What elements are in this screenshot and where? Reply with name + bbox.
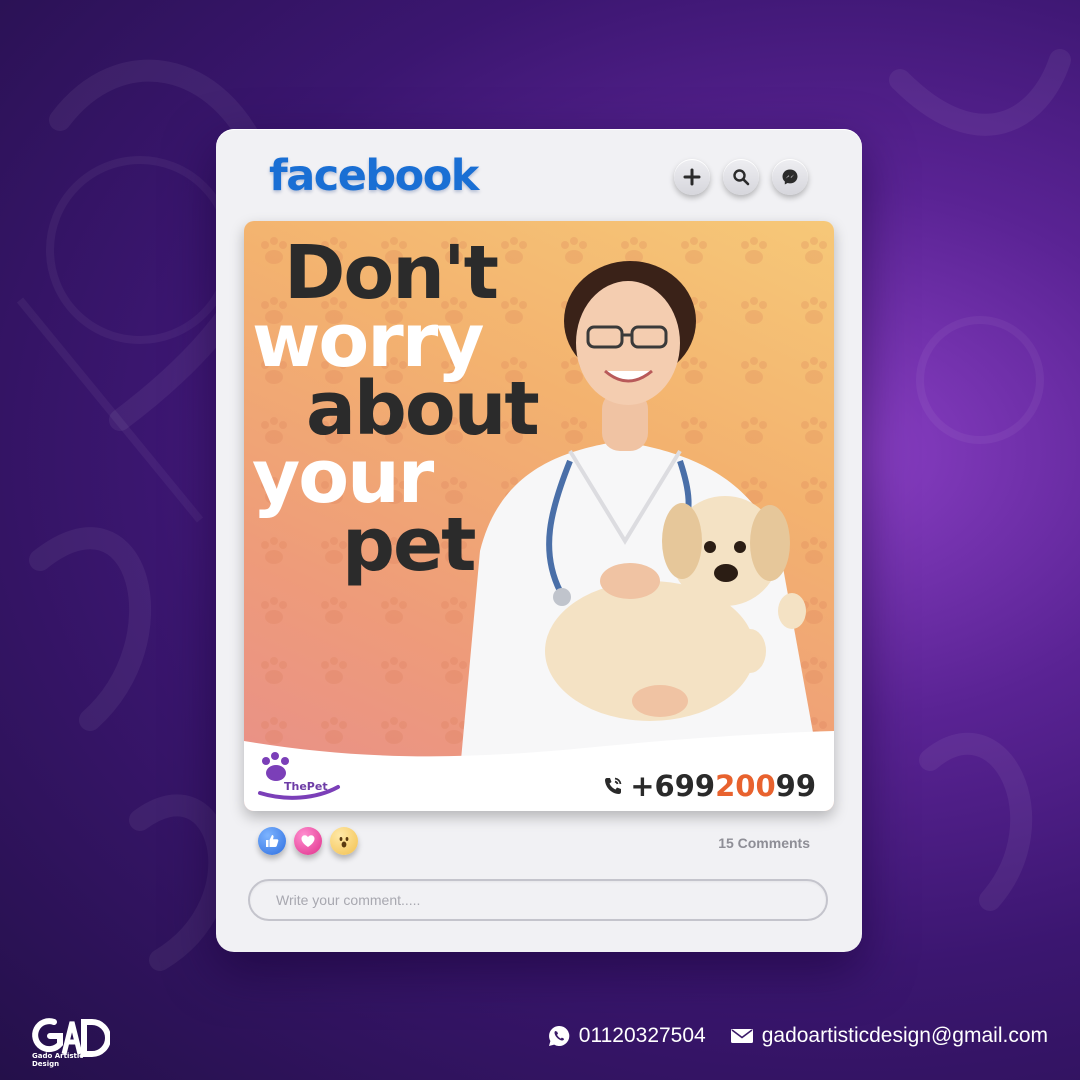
phone-icon (605, 777, 622, 794)
headline-line-4: your (252, 434, 434, 521)
wow-icon (339, 837, 349, 848)
top-actions (674, 159, 808, 195)
comments-count[interactable]: 15 Comments (718, 835, 810, 851)
headline-line-3: about (306, 366, 540, 453)
footer-phone[interactable]: 01120327504 (579, 1024, 706, 1048)
like-icon (266, 835, 279, 847)
add-button[interactable] (674, 159, 710, 195)
phone-prefix: +699 (630, 769, 716, 803)
messenger-icon (782, 169, 798, 185)
headline-line-5: pet (342, 502, 477, 589)
like-reaction[interactable] (258, 827, 286, 855)
post-phone[interactable]: +69920099 (602, 769, 816, 803)
phone-number: +69920099 (630, 769, 816, 803)
reactions-bar (258, 827, 358, 855)
comment-input[interactable] (248, 879, 828, 921)
phone-suffix: 99 (775, 769, 816, 803)
brand-name: ThePet (284, 780, 328, 793)
post-image[interactable]: Don't worry about your pet ThePet +69920… (244, 221, 834, 811)
plus-icon (683, 168, 701, 186)
thepet-logo (258, 752, 340, 800)
gad-brand-name: Gado Artistic Design (32, 1052, 84, 1068)
headline-line-1: Don't (284, 230, 499, 316)
headline-line-2: worry (252, 298, 484, 385)
wow-reaction[interactable] (330, 827, 358, 855)
love-icon (301, 835, 315, 847)
search-icon (733, 169, 750, 186)
search-button[interactable] (723, 159, 759, 195)
footer-email[interactable]: gadoartisticdesign@gmail.com (762, 1024, 1048, 1048)
whatsapp-icon (548, 1025, 570, 1046)
love-reaction[interactable] (294, 827, 322, 855)
phone-highlight: 200 (715, 769, 776, 803)
post-headline: Don't worry about your pet (252, 230, 540, 589)
facebook-post-card: facebook Don't worry about your pet TheP… (216, 129, 862, 952)
email-icon (730, 1029, 753, 1043)
messenger-button[interactable] (772, 159, 808, 195)
footer-contact: 01120327504 gadoartisticdesign@gmail.com (547, 1024, 1048, 1048)
facebook-logo[interactable]: facebook (269, 151, 479, 201)
